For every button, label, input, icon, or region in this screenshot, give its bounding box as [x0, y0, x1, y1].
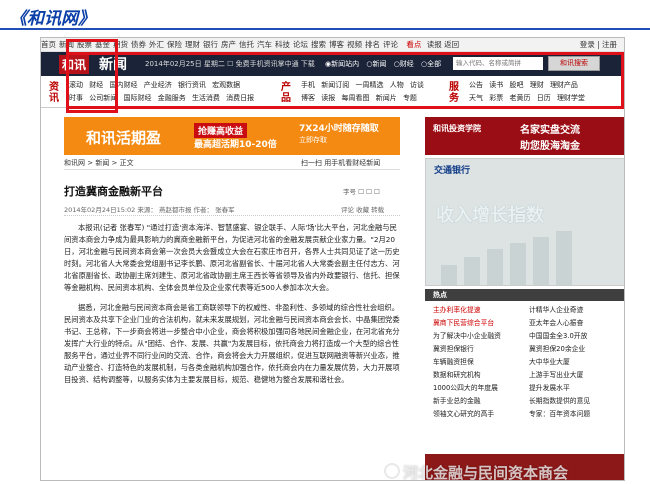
- banner-line-2: 助您股海淘金: [520, 141, 580, 152]
- highlight-box-navigation: [66, 52, 624, 109]
- webpage-screenshot: 首页 新闻 股票 基金 期货 债券 外汇 保险 理财 银行 房产 信托 汽车 科技 论坛 搜索 博客 视频 排名 评论…: [40, 37, 625, 481]
- font-size-tools[interactable]: 字号 ☐ ☐ ☐: [343, 186, 380, 196]
- banner-side-text: 7X24小时随存随取: [299, 124, 379, 134]
- topnav-hot-link[interactable]: 看点: [406, 40, 421, 49]
- hot-topic-link[interactable]: 提升发展水平: [529, 382, 570, 395]
- topnav-link[interactable]: 银行: [203, 40, 218, 49]
- slide-divider: [0, 28, 650, 30]
- banner-sub-text: 立即存取: [299, 136, 327, 144]
- hot-topic-link[interactable]: 主办利率化提速: [433, 304, 481, 317]
- income-index-text: 收入增长指数: [436, 205, 544, 226]
- topnav-link[interactable]: 搜索: [311, 40, 326, 49]
- topnav-link[interactable]: 房产: [221, 40, 236, 49]
- watermark-text: 河北金融与民间资本商会: [403, 464, 569, 481]
- banner-main-text: 和讯活期盈: [86, 129, 162, 147]
- ad-banner-huoqiying[interactable]: 和讯活期盈 抢赚高收益 最高超活期10-20倍 7X24小时随存随取 立即存取: [64, 117, 400, 155]
- banner-badge: 抢赚高收益: [194, 123, 248, 138]
- hot-topic-link[interactable]: 新手业总的金融: [433, 395, 481, 408]
- hot-topic-row: 冀商下民营综合平台 亚太年会人心振奋: [425, 317, 624, 330]
- hot-topic-link[interactable]: 冀商下民营综合平台: [433, 317, 494, 330]
- hot-topic-row: 领袖文心研究的高手 专家：百年资本问题: [425, 408, 624, 421]
- topnav-link[interactable]: 评论: [383, 40, 398, 49]
- article-paragraph: 本报讯(记者 张春军) "通过打造'资本海洋、智慧盛宴、银企联手、人际'场'比大…: [64, 223, 400, 292]
- hot-topic-link[interactable]: 亚太年会人心振奋: [529, 317, 583, 330]
- hot-topic-row: 数据和研究机构 上游手写出业大厦: [425, 369, 624, 382]
- topnav-link[interactable]: 首页: [41, 40, 56, 49]
- hot-topic-link[interactable]: 中国国金全3.0开放: [529, 330, 587, 343]
- hot-topic-row: 新手业总的金融 长期指数提供的意见: [425, 395, 624, 408]
- topnav-link[interactable]: 债券: [131, 40, 146, 49]
- article-body: 本报讯(记者 张春军) "通过打造'资本海洋、智慧盛宴、银企联手、人际'场'比大…: [64, 222, 400, 394]
- hot-topic-link[interactable]: 专家：百年资本问题: [529, 408, 590, 421]
- banner-label: 和讯投资学院: [433, 124, 481, 133]
- topnav-extra[interactable]: 读报 返回: [427, 40, 459, 49]
- ad-bank-income-index[interactable]: 交通银行 收入增长指数: [425, 158, 624, 286]
- slide-title: 《和讯网》: [10, 9, 95, 29]
- article-title: 打造冀商金融新平台: [64, 185, 163, 198]
- hot-topic-link[interactable]: 上游手写出业大厦: [529, 369, 583, 382]
- hot-topic-row: 冀资担保银行 冀资担保20余企业: [425, 343, 624, 356]
- hot-topic-link[interactable]: 车辆融资担保: [433, 356, 474, 369]
- topnav-link[interactable]: 科技: [275, 40, 290, 49]
- hot-topic-link[interactable]: 长期指数提供的意见: [529, 395, 590, 408]
- topnav-link[interactable]: 博客: [329, 40, 344, 49]
- topnav-link[interactable]: 视频: [347, 40, 362, 49]
- hot-topic-link[interactable]: 计精华人企业奇迹: [529, 304, 583, 317]
- ad-banner-investment-school[interactable]: 和讯投资学院 名家实盘交流 助您股海淘金: [425, 117, 624, 155]
- topnav-link[interactable]: 外汇: [149, 40, 164, 49]
- hot-topic-link[interactable]: 数据和研究机构: [433, 369, 481, 382]
- topnav-link[interactable]: 排名: [365, 40, 380, 49]
- hot-topic-row: 车辆融资担保 大中华业大厦: [425, 356, 624, 369]
- topnav-link[interactable]: 信托: [239, 40, 254, 49]
- hot-topic-link[interactable]: 1000公四大的年度展: [433, 382, 498, 395]
- wechat-icon: [384, 463, 400, 479]
- topnav-link[interactable]: 汽车: [257, 40, 272, 49]
- article-actions[interactable]: 评论 收藏 转载: [341, 204, 384, 214]
- hot-topic-link[interactable]: 冀资担保银行: [433, 343, 474, 356]
- mobile-qr-promo[interactable]: 扫一扫 用手机看财经新闻: [301, 158, 380, 168]
- banner-rate: 最高超活期10-20倍: [194, 140, 277, 150]
- bank-logo-text: 交通银行: [434, 166, 471, 176]
- hot-topic-row: 主办利率化提速 计精华人企业奇迹: [425, 304, 624, 317]
- hot-topic-row: 1000公四大的年度展 提升发展水平: [425, 382, 624, 395]
- hot-topic-link[interactable]: 大中华业大厦: [529, 356, 570, 369]
- hot-topic-row: 为了解决中小企业融资 中国国金全3.0开放: [425, 330, 624, 343]
- channel-title-news: 资讯: [49, 82, 59, 104]
- hot-topic-link[interactable]: 领袖文心研究的高手: [433, 408, 494, 421]
- hot-topics-header: 热点: [425, 289, 624, 301]
- login-register-link[interactable]: 登录 | 注册: [580, 38, 617, 51]
- topnav-link[interactable]: 论坛: [293, 40, 308, 49]
- hot-topics-list: 主办利率化提速 计精华人企业奇迹 冀商下民营综合平台 亚太年会人心振奋 为了解决中小企业…: [425, 304, 624, 421]
- top-navigation: 首页 新闻 股票 基金 期货 债券 外汇 保险 理财 银行 房产 信托 汽车 科技 论坛 搜索 博客 视频 排名 评论…: [41, 38, 624, 52]
- banner-line-1: 名家实盘交流: [520, 125, 580, 136]
- ad-bars-graphic: [441, 231, 572, 285]
- hot-topic-link[interactable]: 为了解决中小企业融资: [433, 330, 501, 343]
- article-paragraph: 据悉，河北金融与民间资本商会是省工商联领导下的权威性、非盈利性、多领域的综合性社…: [64, 303, 400, 384]
- topnav-link[interactable]: 理财: [185, 40, 200, 49]
- hot-topic-link[interactable]: 冀资担保20余企业: [529, 343, 585, 356]
- topnav-link[interactable]: 保险: [167, 40, 182, 49]
